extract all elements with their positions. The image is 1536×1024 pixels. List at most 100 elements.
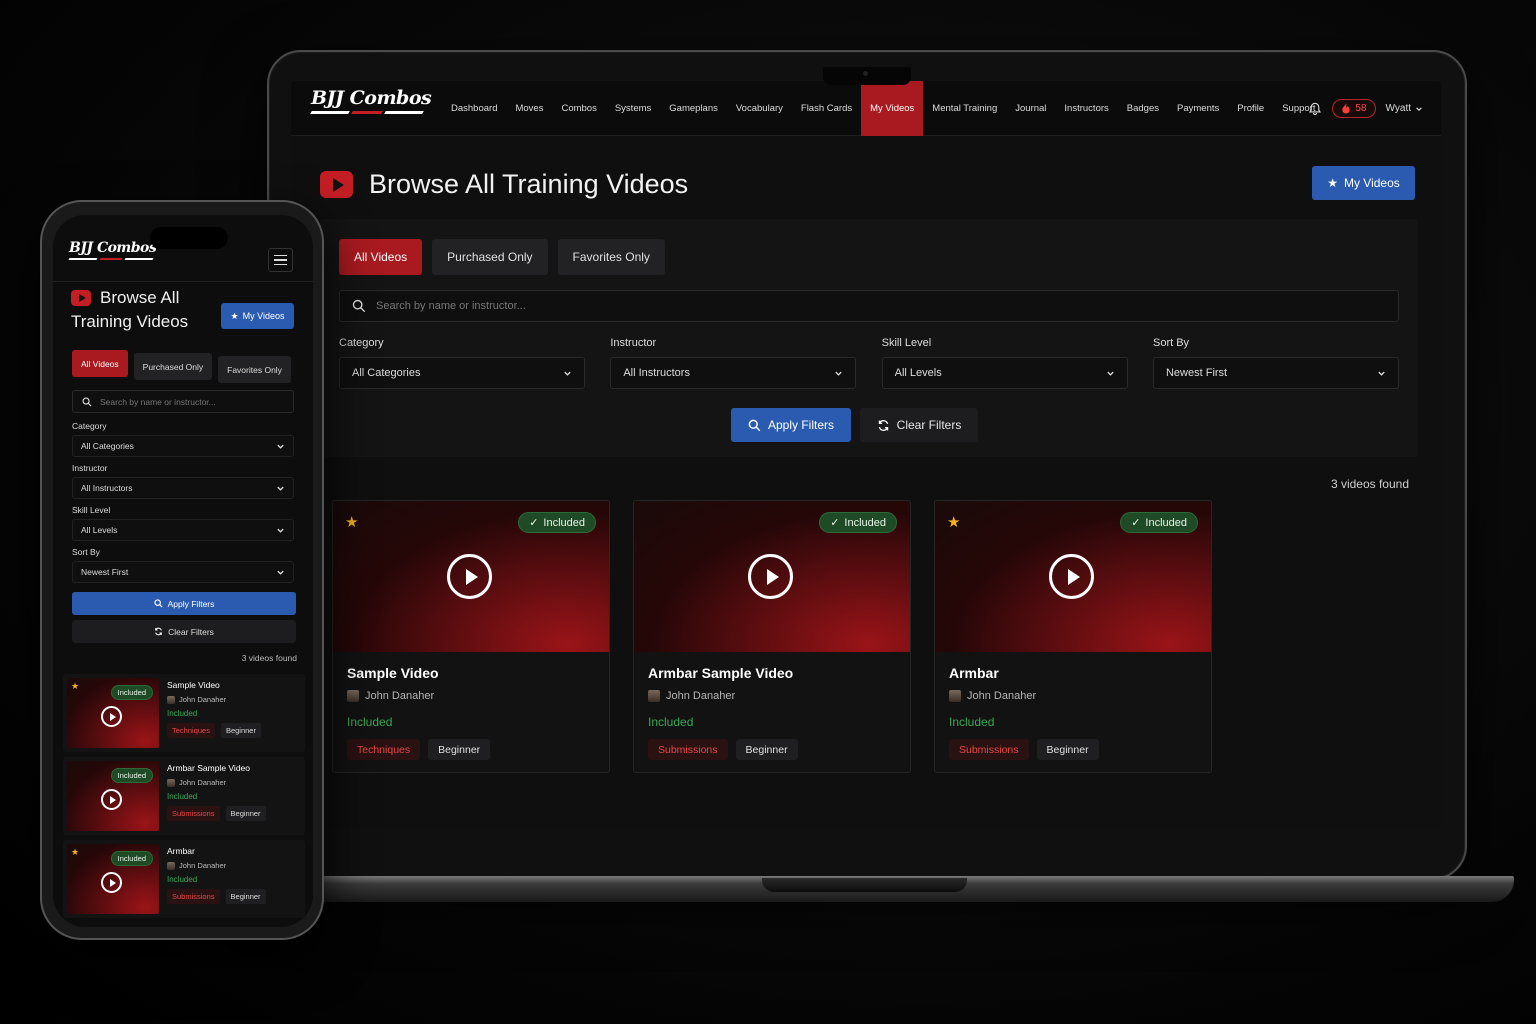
phone-video-title[interactable]: Armbar: [167, 846, 266, 856]
phone-filter-select[interactable]: Newest First: [72, 561, 294, 583]
streak-badge[interactable]: 58: [1332, 99, 1376, 118]
nav-item-systems[interactable]: Systems: [606, 81, 660, 136]
phone-video-author: John Danaher: [167, 778, 266, 787]
nav-item-journal[interactable]: Journal: [1006, 81, 1055, 136]
favorite-star-icon[interactable]: ★: [71, 847, 79, 858]
nav-item-badges[interactable]: Badges: [1118, 81, 1168, 136]
results-count: 3 videos found: [1330, 477, 1409, 491]
filter-select-skill-level[interactable]: All Levels: [881, 357, 1128, 389]
nav-item-payments[interactable]: Payments: [1168, 81, 1228, 136]
video-title[interactable]: Sample Video: [347, 665, 595, 681]
search-box[interactable]: [339, 290, 1399, 322]
phone-tab-favorites-only[interactable]: Favorites Only: [218, 356, 291, 383]
nav-item-moves[interactable]: Moves: [506, 81, 552, 136]
tab-all-videos[interactable]: All Videos: [339, 239, 423, 275]
apply-filters-button[interactable]: Apply Filters: [731, 408, 851, 442]
phone-filter-value: All Levels: [81, 525, 118, 535]
instructor-name: John Danaher: [179, 778, 227, 787]
phone-video-thumbnail[interactable]: ★ Included: [67, 678, 159, 748]
phone-video-card[interactable]: Included Armbar Sample Video John Danaher I…: [63, 757, 305, 835]
play-icon[interactable]: [101, 872, 122, 893]
video-title[interactable]: Armbar: [949, 665, 1197, 681]
video-status: Included: [347, 715, 393, 729]
nav-menu: Dashboard Moves Combos Systems Gameplans Voca…: [442, 81, 1324, 136]
nav-item-instructors[interactable]: Instructors: [1055, 81, 1117, 136]
filter-label: Instructor: [610, 337, 657, 349]
phone-video-tags: Submissions Beginner: [167, 806, 266, 821]
nav-item-mental-training[interactable]: Mental Training: [923, 81, 1006, 136]
tab-favorites-only[interactable]: Favorites Only: [557, 239, 665, 275]
instructor-avatar: [648, 690, 660, 702]
play-icon[interactable]: [748, 554, 793, 599]
phone-clear-filters-button[interactable]: Clear Filters: [72, 620, 296, 643]
filter-select-sort-by[interactable]: Newest First: [1152, 357, 1399, 389]
video-card-body: Armbar John Danaher Included Submissions Beg…: [935, 652, 1211, 772]
nav-item-profile[interactable]: Profile: [1228, 81, 1273, 136]
video-thumbnail[interactable]: ✓ Included: [634, 501, 910, 652]
check-icon: ✓: [1131, 517, 1141, 529]
phone-search-placeholder: Search by name or instructor...: [100, 396, 216, 407]
instructor-avatar: [167, 861, 175, 870]
phone-clear-label: Clear Filters: [168, 626, 214, 637]
search-input[interactable]: [376, 300, 1276, 312]
user-menu[interactable]: Wyatt: [1386, 103, 1423, 114]
search-icon: [82, 396, 92, 406]
phone-filter-label: Instructor: [72, 463, 108, 473]
my-videos-button[interactable]: ★ My Videos: [1312, 166, 1415, 200]
bell-icon[interactable]: [1308, 102, 1322, 116]
phone-video-title[interactable]: Armbar Sample Video: [167, 763, 266, 773]
filter-select-instructor[interactable]: All Instructors: [610, 357, 857, 389]
nav-item-vocabulary[interactable]: Vocabulary: [727, 81, 792, 136]
filter-actions: Apply Filters Clear Filters: [731, 408, 978, 442]
video-play-icon: [71, 290, 91, 306]
play-icon[interactable]: [1049, 554, 1094, 599]
hamburger-menu-icon[interactable]: [268, 248, 293, 272]
play-icon[interactable]: [101, 706, 122, 727]
user-name: Wyatt: [1385, 103, 1411, 114]
filter-group-category: Category All Categories: [339, 337, 585, 389]
favorite-star-icon[interactable]: ★: [345, 513, 358, 531]
phone-video-thumbnail[interactable]: ★ Included: [67, 844, 159, 914]
play-icon[interactable]: [447, 554, 492, 599]
clear-filters-button[interactable]: Clear Filters: [860, 408, 978, 442]
phone-video-thumbnail[interactable]: Included: [67, 761, 159, 831]
phone-video-card[interactable]: ★ Included Sample Video John Danaher Include…: [63, 674, 305, 752]
favorite-star-icon[interactable]: ★: [71, 681, 79, 692]
video-status: Included: [949, 715, 995, 729]
phone-video-card[interactable]: ★ Included Armbar John Danaher Included Submi…: [63, 840, 305, 918]
phone-apply-label: Apply Filters: [167, 598, 215, 609]
nav-item-my-videos[interactable]: My Videos: [861, 81, 924, 136]
nav-item-gameplans[interactable]: Gameplans: [660, 81, 727, 136]
phone-tab-all-videos[interactable]: All Videos: [72, 350, 128, 377]
brand-logo[interactable]: BJJ Combos: [310, 87, 432, 127]
play-icon[interactable]: [101, 789, 122, 810]
phone-tab-purchased-only[interactable]: Purchased Only: [133, 353, 213, 380]
phone-video-status: Included: [167, 792, 198, 801]
clear-filters-label: Clear Filters: [896, 418, 962, 432]
video-card[interactable]: ★ ✓ Included Armbar John Danaher Included Subm…: [934, 500, 1212, 773]
phone-brand-logo[interactable]: BJJ Combos: [68, 240, 157, 260]
video-thumbnail[interactable]: ★ ✓ Included: [935, 501, 1211, 652]
video-title[interactable]: Armbar Sample Video: [648, 665, 896, 681]
phone-my-videos-button[interactable]: ★ My Videos: [221, 303, 294, 329]
video-card-body: Armbar Sample Video John Danaher Included S…: [634, 652, 910, 772]
nav-item-flash-cards[interactable]: Flash Cards: [792, 81, 861, 136]
video-thumbnail[interactable]: ★ ✓ Included: [333, 501, 609, 652]
included-badge-label: Included: [844, 516, 886, 529]
video-tags: Submissions Beginner: [949, 739, 1197, 760]
top-navbar: BJJ Combos Dashboard Moves Combos Systems Ga…: [291, 81, 1441, 136]
phone-video-title[interactable]: Sample Video: [167, 680, 261, 690]
nav-item-combos[interactable]: Combos: [552, 81, 605, 136]
video-card[interactable]: ★ ✓ Included Sample Video John Danaher Includ…: [332, 500, 610, 773]
phone-filter-select[interactable]: All Instructors: [72, 477, 294, 499]
phone-filter-select[interactable]: All Categories: [72, 435, 294, 457]
video-card[interactable]: ✓ Included Armbar Sample Video John Danaher…: [633, 500, 911, 773]
phone-search-input[interactable]: Search by name or instructor...: [72, 390, 294, 413]
filter-select-category[interactable]: All Categories: [339, 357, 585, 389]
favorite-star-icon[interactable]: ★: [947, 513, 960, 531]
phone-filter-label: Category: [72, 421, 107, 431]
phone-filter-select[interactable]: All Levels: [72, 519, 294, 541]
nav-item-dashboard[interactable]: Dashboard: [442, 81, 506, 136]
tab-purchased-only[interactable]: Purchased Only: [432, 239, 548, 275]
phone-apply-filters-button[interactable]: Apply Filters: [72, 592, 296, 615]
